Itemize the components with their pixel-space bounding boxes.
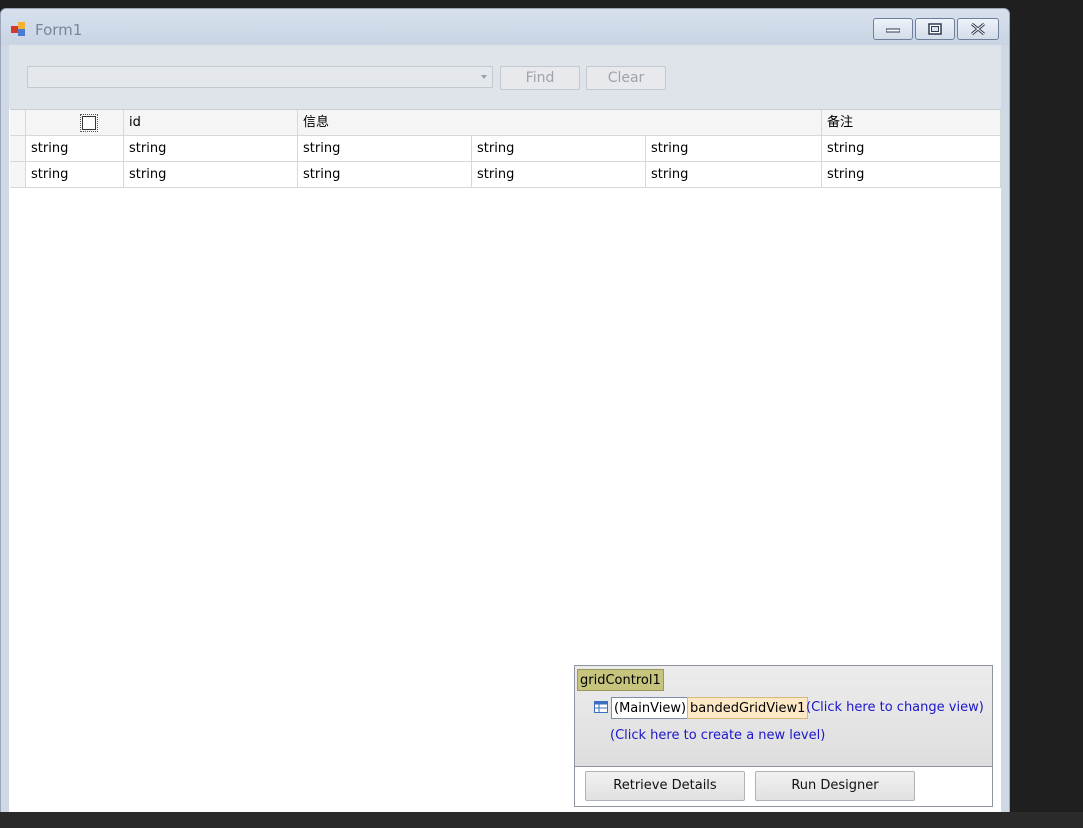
close-icon: [971, 22, 985, 36]
table-cell[interactable]: string: [298, 162, 472, 187]
grid-level-designer-panel: gridControl1 (MainView) bandedGridView1 …: [574, 665, 993, 807]
close-button[interactable]: [957, 18, 999, 40]
window-title: Form1: [35, 21, 83, 39]
form-window: Form1 Find Clear id 信息 备注 string string …: [0, 8, 1010, 820]
table-cell[interactable]: string: [124, 136, 298, 161]
header-remark[interactable]: 备注: [822, 110, 1001, 135]
header-indicator: [10, 110, 26, 135]
desktop-background: [1010, 0, 1083, 828]
search-combobox[interactable]: [27, 66, 493, 88]
grid-view-icon: [594, 701, 608, 713]
header-select-column[interactable]: [26, 110, 124, 135]
level-tree: gridControl1 (MainView) bandedGridView1 …: [575, 666, 992, 767]
status-strip: [0, 812, 1083, 828]
run-designer-button[interactable]: Run Designer: [755, 771, 915, 801]
dropdown-arrow-icon[interactable]: [481, 75, 487, 79]
minimize-button[interactable]: [873, 18, 913, 40]
table-cell[interactable]: string: [472, 162, 646, 187]
table-cell[interactable]: string: [646, 136, 822, 161]
table-cell[interactable]: string: [298, 136, 472, 161]
restore-button[interactable]: [915, 18, 955, 40]
header-id[interactable]: id: [124, 110, 298, 135]
table-cell[interactable]: string: [124, 162, 298, 187]
create-level-link[interactable]: (Click here to create a new level): [610, 728, 825, 743]
restore-icon: [928, 23, 942, 35]
table-cell[interactable]: string: [822, 162, 1001, 187]
change-view-link[interactable]: (Click here to change view): [806, 700, 984, 715]
client-area: Find Clear id 信息 备注 string string string…: [9, 45, 1001, 819]
title-bar[interactable]: Form1: [1, 9, 1009, 45]
table-row[interactable]: string string string string string strin…: [10, 136, 1001, 162]
clear-button[interactable]: Clear: [586, 66, 666, 90]
table-cell[interactable]: string: [822, 136, 1001, 161]
table-row[interactable]: string string string string string strin…: [10, 162, 1001, 188]
app-icon: [11, 22, 27, 38]
minimize-icon: [886, 28, 900, 33]
find-button[interactable]: Find: [500, 66, 580, 90]
find-panel: Find Clear: [9, 45, 1001, 109]
main-view-label: (MainView): [611, 697, 690, 719]
grid-control-tag[interactable]: gridControl1: [577, 669, 664, 691]
table-cell[interactable]: string: [26, 162, 124, 187]
table-cell[interactable]: string: [26, 136, 124, 161]
grid-header-row: id 信息 备注: [10, 110, 1001, 136]
data-grid: id 信息 备注 string string string string str…: [10, 109, 1001, 188]
table-cell[interactable]: string: [646, 162, 822, 187]
table-cell[interactable]: string: [472, 136, 646, 161]
select-all-checkbox[interactable]: [80, 114, 98, 132]
row-indicator[interactable]: [10, 162, 26, 187]
banded-grid-view-tag[interactable]: bandedGridView1: [687, 697, 809, 719]
header-info[interactable]: 信息: [298, 110, 822, 135]
retrieve-details-button[interactable]: Retrieve Details: [585, 771, 745, 801]
row-indicator[interactable]: [10, 136, 26, 161]
